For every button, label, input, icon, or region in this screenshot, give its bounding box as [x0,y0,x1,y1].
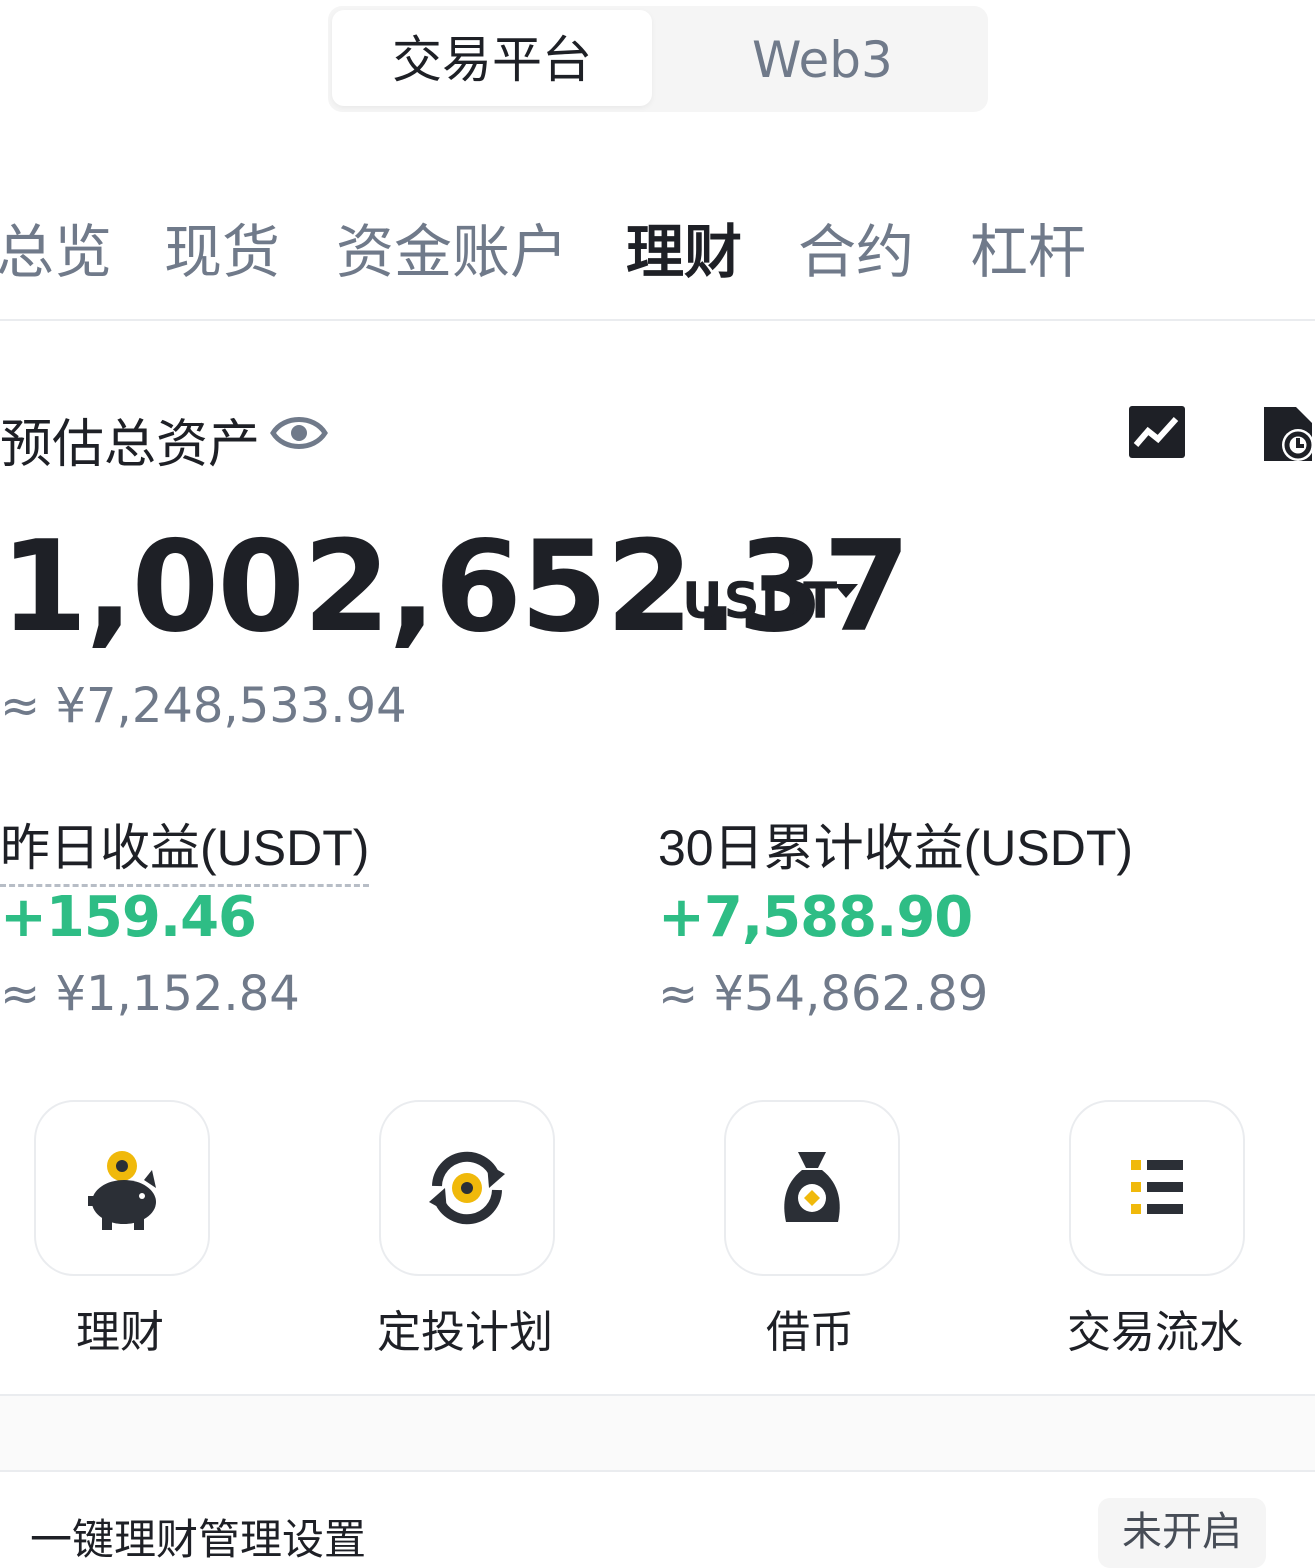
recurring-plan-shortcut-label: 定投计划 [377,1308,553,1357]
thirty-day-earnings-value: +7,588.90 [658,885,973,950]
yesterday-earnings-value: +159.46 [0,885,257,950]
history-icon[interactable] [1262,405,1315,463]
recurring-plan-icon [429,1151,505,1225]
transaction-history-shortcut-label: 交易流水 [1067,1308,1243,1357]
tab-divider [0,319,1315,321]
transaction-history-shortcut-button[interactable] [1069,1100,1245,1276]
tab-spot[interactable]: 现货 [164,205,280,289]
transaction-list-icon [1131,1160,1183,1214]
currency-unit-selector[interactable]: USDT [682,572,838,630]
tab-funding[interactable]: 资金账户 [336,205,568,289]
loan-shortcut-label: 借币 [766,1308,854,1357]
yesterday-earnings-label[interactable]: 昨日收益(USDT) [0,808,370,887]
yesterday-earnings-fiat: ≈ ¥1,152.84 [0,966,300,1022]
estimated-assets-label: 预估总资产 [0,416,261,474]
thirty-day-earnings-label: 30日累计收益(USDT) [658,820,1134,876]
section-spacer [0,1396,1315,1472]
auto-invest-status-badge[interactable]: 未开启 [1098,1498,1266,1568]
chart-icon[interactable] [1128,405,1186,459]
auto-invest-settings-label: 一键理财管理设置 [30,1516,367,1563]
earn-shortcut-label: 理财 [76,1308,164,1357]
piggy-bank-icon [88,1151,156,1230]
tab-futures[interactable]: 合约 [798,205,914,289]
tab-exchange-platform[interactable]: 交易平台 [392,10,592,110]
tab-margin[interactable]: 杠杆 [970,205,1086,289]
tab-earn[interactable]: 理财 [626,205,742,289]
money-bag-icon [784,1152,840,1222]
earn-shortcut-button[interactable] [34,1100,210,1276]
recurring-plan-shortcut-button[interactable] [379,1100,555,1276]
tab-web3[interactable]: Web3 [752,10,893,110]
tab-overview[interactable]: 总览 [0,205,112,289]
caret-down-icon[interactable] [834,584,858,600]
thirty-day-earnings-fiat: ≈ ¥54,862.89 [658,966,989,1022]
total-asset-fiat: ≈ ¥7,248,533.94 [0,678,407,734]
eye-icon[interactable] [270,408,328,458]
loan-shortcut-button[interactable] [724,1100,900,1276]
